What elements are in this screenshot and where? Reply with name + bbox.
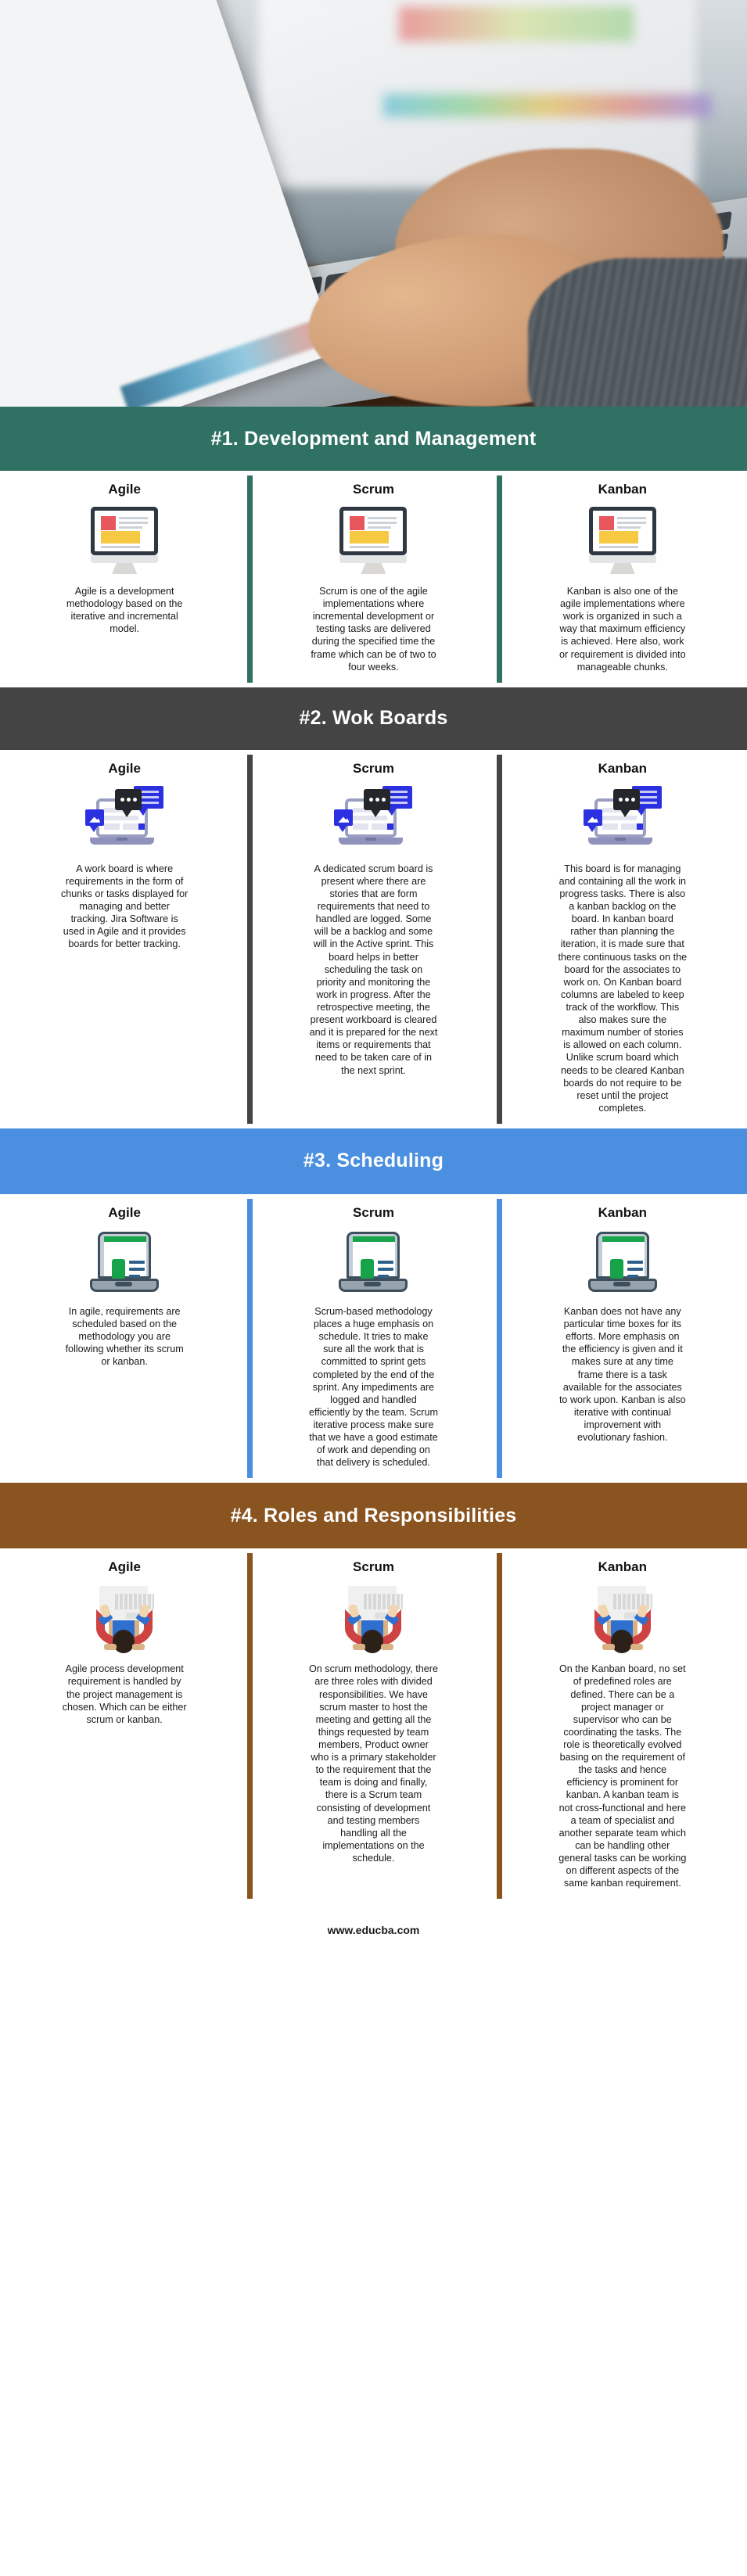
laptop-chat-board-icon xyxy=(334,785,413,853)
section-band-label: #2. Wok Boards xyxy=(299,707,448,730)
column-description: Agile process development requirement is… xyxy=(62,1663,187,1725)
section-band-wok-boards: #2. Wok Boards xyxy=(0,687,747,750)
column-description: In agile, requirements are scheduled bas… xyxy=(65,1305,184,1368)
column-description: On the Kanban board, no set of predefine… xyxy=(558,1663,687,1889)
section-columns-roles-and-responsibilities: Agile Agile process development requirem… xyxy=(0,1548,747,1904)
section-columns-development-and-management: Agile Agile is a development methodology… xyxy=(0,471,747,687)
column-agile: Agile In agile, requirements are schedul… xyxy=(0,1194,249,1483)
sweater-sleeve xyxy=(528,258,747,407)
person-at-laptop-icon xyxy=(587,1584,659,1654)
column-title: Kanban xyxy=(598,760,647,776)
section-band-label: #4. Roles and Responsibilities xyxy=(230,1504,517,1527)
column-description: Kanban does not have any particular time… xyxy=(558,1305,686,1444)
laptop-schedule-icon xyxy=(587,1230,659,1296)
section-columns-wok-boards: Agile A work board is where requirements… xyxy=(0,749,747,1128)
column-description: Agile is a development methodology based… xyxy=(66,586,183,635)
laptop-chat-board-icon xyxy=(85,785,164,853)
laptop-chat-board-icon xyxy=(583,785,662,853)
column-description: Scrum-based methodology places a huge em… xyxy=(309,1305,438,1469)
desktop-monitor-icon xyxy=(91,507,159,576)
column-description: This board is for managing and containin… xyxy=(558,863,688,1114)
column-description: Kanban is also one of the agile implemen… xyxy=(558,586,686,673)
column-scrum: Scrum Scrum is one of the agile implemen… xyxy=(247,471,497,687)
section-band-development-and-management: #1. Development and Management xyxy=(0,407,747,471)
column-description: A work board is where requirements in th… xyxy=(60,863,189,950)
laptop-screen-content xyxy=(0,0,41,109)
person-at-laptop-icon xyxy=(337,1584,409,1654)
column-title: Kanban xyxy=(598,482,647,497)
section-band-scheduling: #3. Scheduling xyxy=(0,1128,747,1194)
column-title: Scrum xyxy=(353,1559,394,1575)
column-agile: Agile Agile process development requirem… xyxy=(0,1548,249,1903)
column-title: Agile xyxy=(108,1204,141,1220)
column-title: Kanban xyxy=(598,1559,647,1575)
column-agile: Agile A work board is where requirements… xyxy=(0,750,249,1128)
column-description: On scrum methodology, there are three ro… xyxy=(309,1663,438,1864)
column-kanban: Kanban This board is for managing and co… xyxy=(496,750,747,1128)
column-title: Scrum xyxy=(353,1204,394,1220)
column-kanban: Kanban On the Kanban board, no set of pr… xyxy=(496,1548,747,1903)
column-title: Kanban xyxy=(598,1204,647,1220)
column-agile: Agile Agile is a development methodology… xyxy=(0,471,249,687)
column-scrum: Scrum A dedicated scrum board is present… xyxy=(247,750,497,1128)
desktop-monitor-icon xyxy=(588,507,656,576)
column-scrum: Scrum On scrum methodology, there are th… xyxy=(247,1548,497,1903)
column-title: Scrum xyxy=(353,482,394,497)
column-title: Scrum xyxy=(353,760,394,776)
person-at-laptop-icon xyxy=(88,1584,160,1654)
hero-photo xyxy=(0,0,747,407)
laptop-schedule-icon xyxy=(337,1230,409,1296)
column-kanban: Kanban Kanban is also one of the agile i… xyxy=(496,471,747,687)
column-title: Agile xyxy=(108,482,141,497)
column-description: A dedicated scrum board is present where… xyxy=(309,863,438,1076)
footer-url[interactable]: www.educba.com xyxy=(0,1903,747,1954)
column-title: Agile xyxy=(108,760,141,776)
section-columns-scheduling: Agile In agile, requirements are schedul… xyxy=(0,1193,747,1484)
column-scrum: Scrum Scrum-based methodology places a h… xyxy=(247,1194,497,1483)
column-kanban: Kanban Kanban does not have any particul… xyxy=(496,1194,747,1483)
laptop-schedule-icon xyxy=(88,1230,160,1296)
desktop-monitor-icon xyxy=(339,507,408,576)
background-monitor-chart xyxy=(399,6,634,41)
column-title: Agile xyxy=(108,1559,141,1575)
infographic-page: #1. Development and Management Agile Agi… xyxy=(0,0,747,1954)
section-band-label: #3. Scheduling xyxy=(303,1150,444,1172)
section-band-roles-and-responsibilities: #4. Roles and Responsibilities xyxy=(0,1483,747,1549)
background-monitor-palette xyxy=(383,94,712,117)
section-band-label: #1. Development and Management xyxy=(210,427,537,450)
column-description: Scrum is one of the agile implementation… xyxy=(311,586,436,673)
